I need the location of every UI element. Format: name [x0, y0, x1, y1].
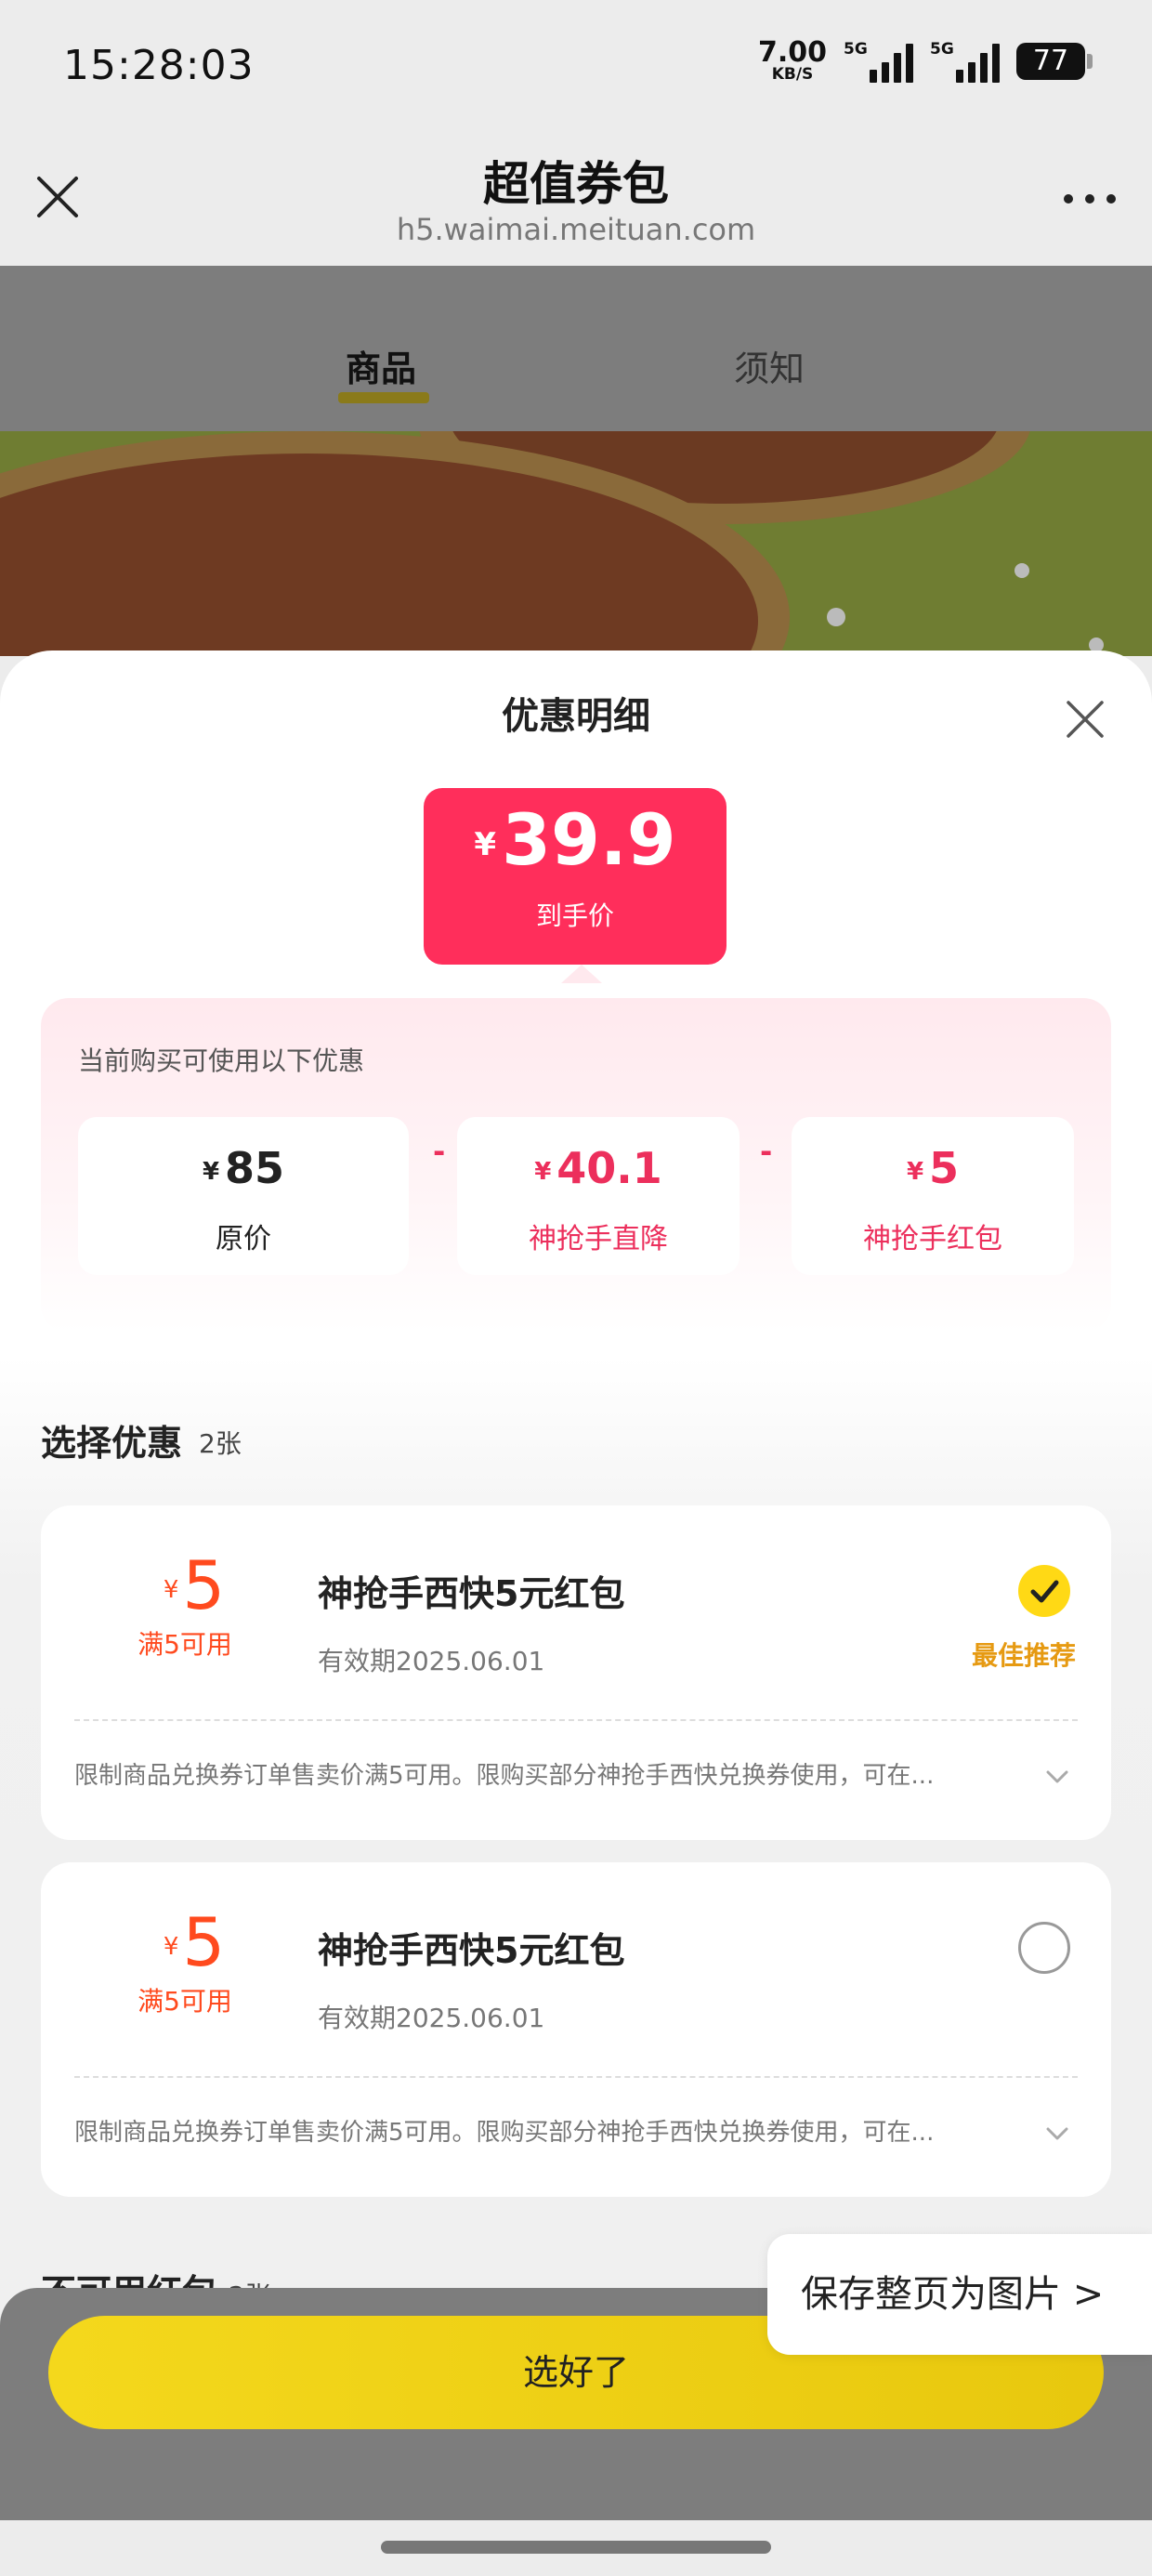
signal-tag: 5G [844, 39, 868, 59]
background-page: 商品 须知 [0, 266, 1152, 656]
currency-symbol: ¥ [202, 1157, 220, 1186]
coupon-description: 限制商品兑换券订单售卖价满5可用。限购买部分神抢手西快兑换券使用，可在... [74, 2119, 935, 2147]
direct-discount-value: 40.1 [556, 1143, 662, 1193]
status-time: 15:28:03 [63, 42, 255, 89]
currency-symbol: ¥ [163, 1576, 179, 1605]
coupon-value: 5 [182, 1546, 226, 1624]
coupon-card[interactable]: ¥5 满5可用 神抢手西快5元红包 有效期2025.06.01 最佳推荐 限制商… [41, 1505, 1111, 1840]
close-icon[interactable] [1063, 697, 1107, 742]
tab-bar: 商品 须知 [0, 266, 1152, 431]
coupon-checkbox-checked[interactable] [1018, 1565, 1070, 1617]
pizza-banner-image [0, 431, 1152, 656]
original-price-label: 原价 [216, 1223, 271, 1255]
final-price-value: 39.9 [502, 798, 676, 881]
battery-icon: 77 [1016, 42, 1093, 80]
currency-symbol: ¥ [534, 1157, 552, 1186]
coupon-condition: 满5可用 [137, 1629, 232, 1660]
original-price-value: 85 [225, 1143, 285, 1193]
dashed-divider [74, 2076, 1078, 2078]
tab-notice[interactable]: 须知 [734, 340, 805, 391]
dashed-divider [74, 1719, 1078, 1721]
coupon-amount: ¥5 满5可用 [137, 1552, 245, 1662]
coupon-description: 限制商品兑换券订单售卖价满5可用。限购买部分神抢手西快兑换券使用，可在... [74, 1762, 935, 1790]
tab-goods[interactable]: 商品 [346, 340, 416, 391]
page-title: 超值券包 [483, 157, 669, 211]
minus-operator: - [760, 1134, 773, 1169]
select-discount-title: 选择优惠 [41, 1423, 183, 1464]
more-dots-icon[interactable] [1057, 180, 1122, 217]
active-tab-indicator [338, 392, 429, 403]
currency-symbol: ¥ [906, 1157, 924, 1186]
signal-tag: 5G [930, 39, 954, 59]
coupon-value: 5 [182, 1903, 226, 1981]
coupon-checkbox-unchecked[interactable] [1018, 1922, 1070, 1974]
red-packet-value: 5 [929, 1143, 960, 1193]
home-indicator[interactable] [381, 2541, 771, 2554]
network-speed-unit: KB/S [771, 65, 814, 84]
save-page-as-image-button[interactable]: 保存整页为图片 > [767, 2234, 1152, 2355]
coupon-name: 神抢手西快5元红包 [318, 1930, 625, 1971]
minus-operator: - [433, 1134, 446, 1169]
network-speed: 7.00 KB/S [758, 39, 827, 83]
red-packet-box: ¥5 神抢手红包 [792, 1117, 1074, 1275]
final-price-label: 到手价 [535, 900, 614, 931]
checkmark-icon [1030, 1580, 1059, 1603]
final-price-amount: ¥39.9 [424, 805, 727, 875]
coupon-condition: 满5可用 [137, 1986, 232, 2017]
webview-nav-bar: 超值券包 h5.waimai.meituan.com [0, 139, 1152, 266]
chevron-down-icon[interactable] [1042, 1762, 1072, 1792]
price-breakdown: 当前购买可使用以下优惠 ¥85 原价 - ¥40.1 神抢手直降 - ¥5 神抢… [41, 998, 1111, 1333]
coupon-amount: ¥5 满5可用 [137, 1909, 245, 2018]
final-price-badge: ¥39.9 到手价 [424, 788, 727, 965]
coupon-name: 神抢手西快5元红包 [318, 1573, 625, 1614]
sheet-title: 优惠明细 [502, 695, 650, 738]
page-url: h5.waimai.meituan.com [396, 212, 756, 247]
breakdown-intro: 当前购买可使用以下优惠 [78, 1045, 365, 1076]
home-indicator-area [0, 2520, 1152, 2576]
direct-discount-label: 神抢手直降 [529, 1223, 668, 1255]
coupon-card[interactable]: ¥5 满5可用 神抢手西快5元红包 有效期2025.06.01 限制商品兑换券订… [41, 1862, 1111, 2197]
best-recommend-badge: 最佳推荐 [971, 1640, 1076, 1671]
coupon-validity: 有效期2025.06.01 [318, 2003, 545, 2033]
status-bar: 15:28:03 7.00 KB/S 5G 5G 77 [0, 0, 1152, 139]
price-pointer [561, 965, 602, 983]
direct-discount-box: ¥40.1 神抢手直降 [457, 1117, 740, 1275]
currency-symbol: ¥ [474, 826, 497, 863]
network-speed-value: 7.00 [757, 36, 827, 69]
chevron-down-icon[interactable] [1042, 2119, 1072, 2149]
signal-icon: 5G [930, 40, 1000, 83]
status-indicators: 7.00 KB/S 5G 5G 77 [758, 39, 1093, 83]
signal-icon: 5G [844, 40, 913, 83]
currency-symbol: ¥ [163, 1933, 179, 1962]
red-packet-label: 神抢手红包 [863, 1223, 1002, 1255]
coupon-validity: 有效期2025.06.01 [318, 1646, 545, 1676]
original-price-box: ¥85 原价 [78, 1117, 409, 1275]
select-discount-count: 2张 [199, 1428, 242, 1459]
